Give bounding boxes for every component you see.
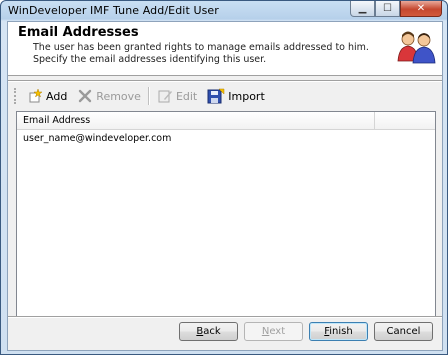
remove-icon (79, 89, 92, 103)
edit-label: Edit (175, 89, 198, 103)
maximize-icon: ☐ (383, 3, 392, 14)
wizard-header: Email Addresses The user has been grante… (8, 22, 442, 76)
remove-button[interactable]: Remove (74, 85, 144, 107)
email-address-list[interactable]: Email Address user_name@windeveloper.com (16, 111, 436, 318)
close-button[interactable]: ✕ (400, 1, 442, 17)
window-controls: ▁ ☐ ✕ (350, 1, 442, 17)
minimize-button[interactable]: ▁ (350, 1, 375, 17)
back-button[interactable]: Back (179, 322, 238, 341)
footer-separator (8, 316, 442, 318)
add-label: Add (46, 89, 68, 103)
finish-label: inish (329, 326, 353, 337)
column-header-email[interactable]: Email Address (17, 112, 375, 129)
finish-button[interactable]: Finish (309, 322, 368, 341)
toolbar: Add Remove Edit Import (14, 84, 272, 108)
title-bar[interactable]: WinDeveloper IMF Tune Add/Edit User ▁ ☐ … (1, 1, 447, 21)
next-label: ext (269, 326, 286, 337)
window-title: WinDeveloper IMF Tune Add/Edit User (8, 4, 219, 17)
dialog-window: WinDeveloper IMF Tune Add/Edit User ▁ ☐ … (0, 0, 448, 355)
import-label: Import (228, 89, 265, 103)
next-button[interactable]: Next (244, 322, 303, 341)
cancel-button[interactable]: Cancel (374, 322, 433, 341)
users-icon (397, 31, 436, 64)
add-icon (29, 88, 43, 103)
page-title: Email Addresses (18, 25, 139, 40)
maximize-button[interactable]: ☐ (375, 1, 400, 17)
back-label: ack (203, 326, 221, 337)
add-button[interactable]: Add (24, 85, 70, 107)
toolbar-grip[interactable] (14, 88, 19, 104)
remove-label: Remove (96, 89, 141, 103)
toolbar-separator (147, 87, 150, 105)
edit-icon (158, 90, 172, 103)
minimize-icon: ▁ (358, 3, 367, 14)
close-icon: ✕ (416, 3, 426, 14)
list-item[interactable]: user_name@windeveloper.com (23, 133, 171, 144)
dialog-client: Email Addresses The user has been grante… (7, 21, 443, 351)
list-header: Email Address (17, 112, 435, 130)
header-separator (8, 80, 442, 82)
import-button[interactable]: Import (204, 85, 268, 107)
import-icon (207, 88, 225, 104)
page-description: The user has been granted rights to mana… (33, 42, 369, 65)
edit-button[interactable]: Edit (154, 85, 200, 107)
